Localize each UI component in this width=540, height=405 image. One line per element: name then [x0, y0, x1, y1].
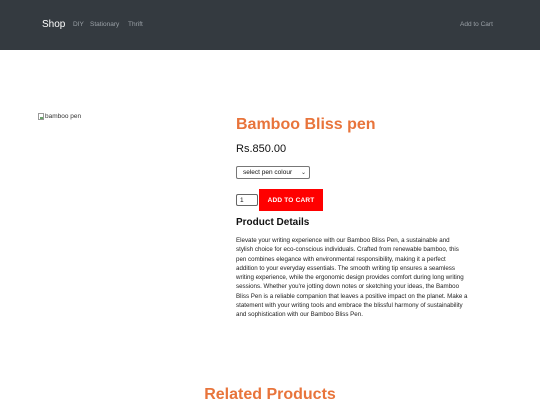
nav-link-add-to-cart[interactable]: Add to Cart [460, 21, 493, 28]
chevron-down-icon: ⌄ [300, 170, 306, 176]
quantity-input[interactable]: 1 [236, 194, 258, 206]
pen-colour-select[interactable]: select pen colour ⌄ [236, 166, 310, 179]
product-title: Bamboo Bliss pen [236, 116, 376, 133]
product-image-alt: bamboo pen [45, 113, 82, 120]
pen-colour-select-value: select pen colour [243, 169, 293, 176]
nav-link-diy[interactable]: DIY [73, 21, 84, 28]
product-details-heading: Product Details [236, 217, 310, 228]
related-products-heading: Related Products [204, 386, 336, 403]
product-description: Elevate your writing experience with our… [236, 237, 468, 319]
add-to-cart-button[interactable]: ADD TO CART [259, 189, 323, 211]
product-image: bamboo pen [38, 113, 81, 120]
top-navbar: Shop DIY Stationary Thrift Add to Cart [0, 0, 540, 50]
broken-image-icon [38, 113, 44, 120]
nav-link-thrift[interactable]: Thrift [128, 21, 143, 28]
product-price: Rs.850.00 [236, 143, 287, 155]
brand-link[interactable]: Shop [42, 19, 65, 30]
nav-link-stationary[interactable]: Stationary [90, 21, 119, 28]
